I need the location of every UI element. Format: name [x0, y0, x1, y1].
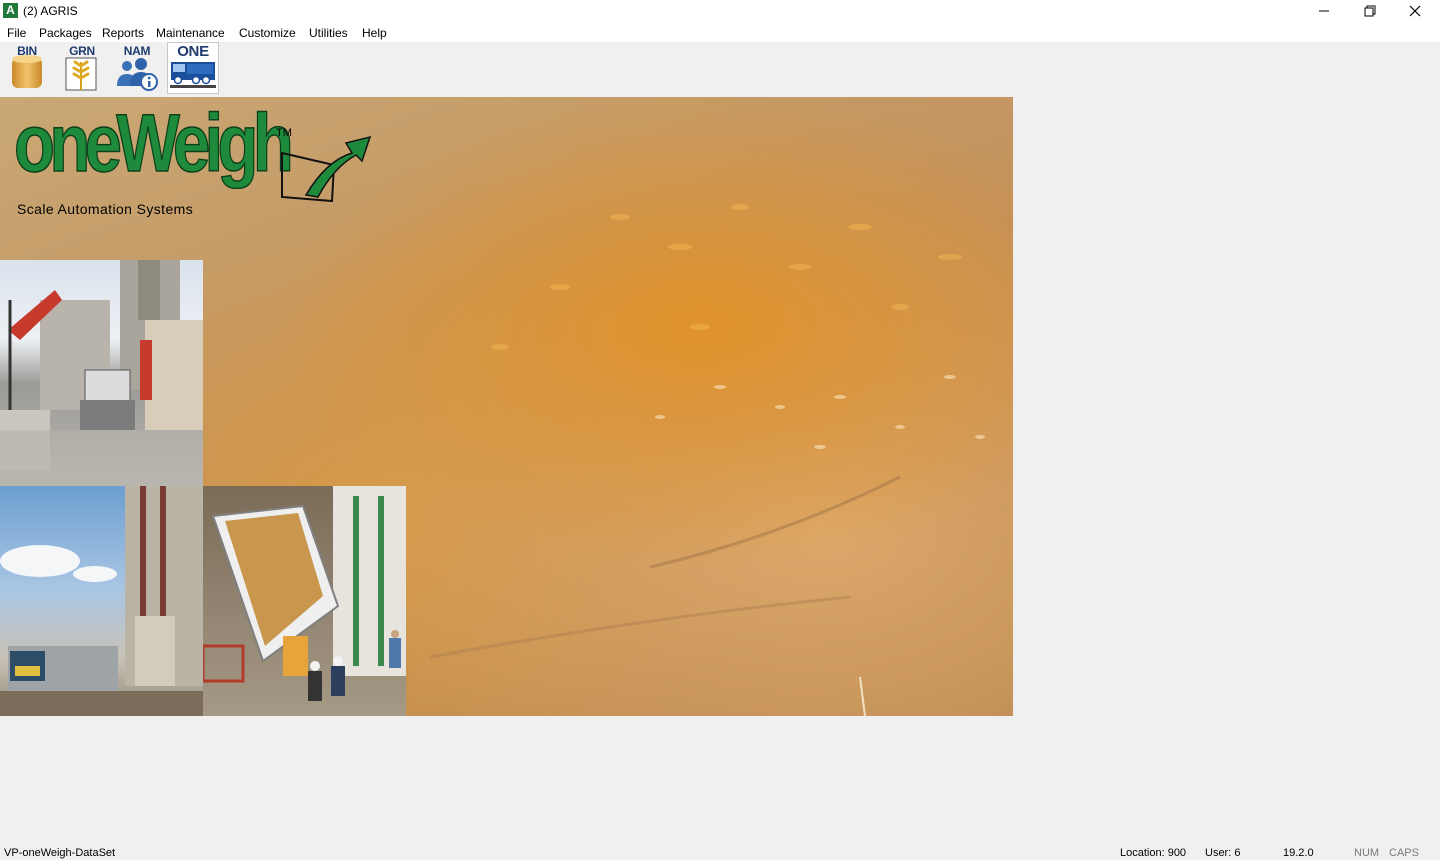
status-caps-lock: CAPS [1389, 847, 1419, 859]
minimize-button[interactable] [1301, 0, 1347, 22]
truck-elevator-illustration [0, 260, 203, 486]
logo-text: oneWeigh [13, 98, 294, 189]
bin-label: BIN [17, 44, 37, 58]
oneweigh-logo: oneWeigh TM Scale Automation Systems [13, 98, 374, 223]
status-bar: VP-oneWeigh-DataSet Location: 900 User: … [0, 846, 1440, 860]
logo-tagline: Scale Automation Systems [17, 201, 194, 217]
train-elevator-illustration [0, 486, 203, 716]
menu-customize[interactable]: Customize [239, 26, 296, 40]
truck-elevator-photo [0, 260, 203, 486]
one-toolbar-button[interactable]: ONE [167, 42, 219, 94]
menu-packages[interactable]: Packages [39, 26, 92, 40]
nam-toolbar-button[interactable]: NAM [111, 42, 163, 94]
nam-label: NAM [123, 44, 151, 58]
title-bar: A (2) AGRIS [0, 0, 1440, 22]
menu-file[interactable]: File [7, 26, 26, 40]
menu-reports[interactable]: Reports [102, 26, 144, 40]
grain-truck-unloading-photo [203, 486, 406, 716]
restore-button[interactable] [1347, 0, 1393, 22]
grain-truck-illustration [203, 486, 406, 701]
status-dataset: VP-oneWeigh-DataSet [4, 847, 116, 859]
grn-toolbar-button[interactable]: GRN [56, 42, 108, 94]
menu-utilities[interactable]: Utilities [309, 26, 348, 40]
close-button[interactable] [1392, 0, 1438, 22]
minimize-icon [1319, 10, 1329, 12]
toolbar: BIN GRN NAM ONE [0, 42, 1440, 96]
menu-bar: File Packages Reports Maintenance Custom… [0, 22, 1440, 42]
grn-label: GRN [69, 44, 95, 58]
status-version: 19.2.0 [1283, 847, 1314, 859]
bin-toolbar-button[interactable]: BIN [1, 42, 53, 94]
train-elevator-photo [0, 486, 203, 716]
restore-icon [1364, 5, 1376, 17]
one-label: ONE [177, 43, 209, 60]
window-title: (2) AGRIS [23, 4, 78, 18]
status-num-lock: NUM [1354, 847, 1380, 859]
status-user: User: 6 [1205, 847, 1241, 859]
agris-app-icon[interactable]: A [3, 3, 18, 18]
status-location: Location: 900 [1120, 847, 1187, 859]
menu-help[interactable]: Help [362, 26, 387, 40]
menu-maintenance[interactable]: Maintenance [156, 26, 225, 40]
oneweigh-splash-image: oneWeigh TM Scale Automation Systems [0, 97, 1013, 716]
close-icon [1409, 5, 1421, 17]
logo-arrow-graphic [281, 135, 372, 203]
